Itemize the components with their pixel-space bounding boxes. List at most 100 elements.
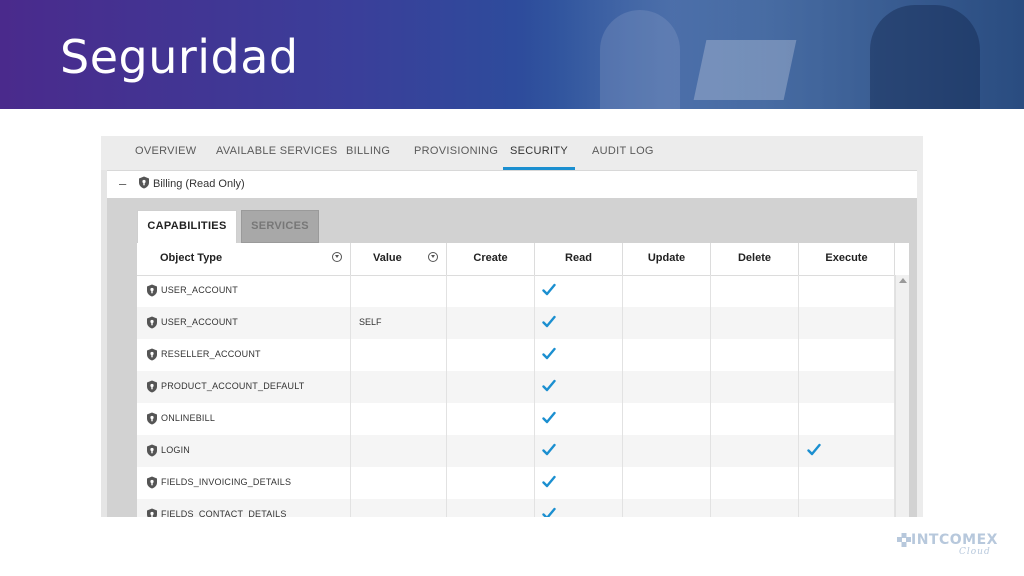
checkmark-icon[interactable] [542,443,556,457]
cell-update [623,499,711,517]
table-row[interactable]: LOGIN [137,435,895,467]
cell-value: SELF [351,307,447,339]
column-header-read[interactable]: Read [535,243,623,275]
object-type-label: USER_ACCOUNT [161,317,238,327]
cell-delete [711,435,799,467]
banner-photo-laptop [693,40,797,100]
cell-read [535,371,623,403]
cell-execute [799,403,895,435]
banner-photo-person [870,5,980,109]
cell-create [447,339,535,371]
grid-scrollbar[interactable] [895,275,909,517]
object-type-label: FIELDS_CONTACT_DETAILS [161,509,287,517]
shield-icon [146,476,158,494]
table-row[interactable]: FIELDS_CONTACT_DETAILS [137,499,895,517]
checkmark-icon[interactable] [542,411,556,425]
cell-update [623,403,711,435]
cell-execute [799,275,895,307]
checkmark-icon[interactable] [542,475,556,489]
cell-create [447,403,535,435]
cell-delete [711,339,799,371]
cell-create [447,467,535,499]
tab-billing[interactable]: BILLING [346,136,390,170]
filter-icon[interactable] [428,252,438,262]
app-window: OVERVIEW AVAILABLE SERVICES BILLING PROV… [101,136,923,517]
table-row[interactable]: USER_ACCOUNT SELF [137,307,895,339]
checkmark-icon[interactable] [542,347,556,361]
collapse-toggle[interactable]: – [119,176,126,191]
column-header-object-type[interactable]: Object Type [137,243,351,275]
cell-update [623,339,711,371]
cell-create [447,371,535,403]
tab-available-services[interactable]: AVAILABLE SERVICES [216,136,338,170]
cell-read [535,339,623,371]
cell-delete [711,307,799,339]
table-row[interactable]: RESELLER_ACCOUNT [137,339,895,371]
shield-icon [138,176,150,194]
cell-delete [711,499,799,517]
cell-value [351,403,447,435]
group-label: Billing (Read Only) [153,178,245,190]
table-row[interactable]: ONLINEBILL [137,403,895,435]
cell-read [535,307,623,339]
capabilities-panel: CAPABILITIES SERVICES Object Type Value … [107,198,917,517]
cell-value [351,339,447,371]
column-header-execute[interactable]: Execute [799,243,895,275]
group-row-billing[interactable]: – Billing (Read Only) [107,170,917,199]
subtab-services[interactable]: SERVICES [241,210,319,243]
cell-object-type: FIELDS_INVOICING_DETAILS [137,467,351,499]
cell-update [623,275,711,307]
cell-update [623,467,711,499]
cell-execute [799,499,895,517]
cell-value [351,467,447,499]
shield-icon [146,412,158,430]
cell-object-type: LOGIN [137,435,351,467]
filter-icon[interactable] [332,252,342,262]
shield-icon [146,508,158,517]
cell-value [351,435,447,467]
checkmark-icon[interactable] [542,283,556,297]
cell-object-type: RESELLER_ACCOUNT [137,339,351,371]
cell-object-type: FIELDS_CONTACT_DETAILS [137,499,351,517]
cell-object-type: USER_ACCOUNT [137,275,351,307]
checkmark-icon[interactable] [807,443,821,457]
cell-create [447,499,535,517]
cell-update [623,371,711,403]
column-header-update[interactable]: Update [623,243,711,275]
cell-create [447,307,535,339]
column-header-label: Object Type [160,252,223,264]
cell-object-type: USER_ACCOUNT [137,307,351,339]
column-header-delete[interactable]: Delete [711,243,799,275]
header-banner: Seguridad [0,0,1024,109]
object-type-label: FIELDS_INVOICING_DETAILS [161,477,292,487]
intcomex-logo: INTCOMEX Cloud [897,532,1005,562]
banner-photo-person [600,10,680,109]
tab-overview[interactable]: OVERVIEW [135,136,197,170]
panel-edge [917,170,923,517]
table-row[interactable]: PRODUCT_ACCOUNT_DEFAULT [137,371,895,403]
logo-mark-icon [897,533,911,552]
capabilities-grid: Object Type Value Create Read Update Del… [137,243,909,517]
subtab-capabilities[interactable]: CAPABILITIES [137,210,237,243]
table-row[interactable]: FIELDS_INVOICING_DETAILS [137,467,895,499]
cell-update [623,307,711,339]
object-type-label: ONLINEBILL [161,413,216,423]
object-type-label: PRODUCT_ACCOUNT_DEFAULT [161,381,305,391]
checkmark-icon[interactable] [542,379,556,393]
scroll-up-icon[interactable] [899,278,907,283]
tab-audit-log[interactable]: AUDIT LOG [592,136,654,170]
checkmark-icon[interactable] [542,507,556,517]
grid-header: Object Type Value Create Read Update Del… [137,243,909,276]
tab-security[interactable]: SECURITY [503,136,575,170]
checkmark-icon[interactable] [542,315,556,329]
cell-object-type: ONLINEBILL [137,403,351,435]
cell-create [447,275,535,307]
column-header-create[interactable]: Create [447,243,535,275]
cell-update [623,435,711,467]
cell-execute [799,371,895,403]
tab-provisioning[interactable]: PROVISIONING [414,136,498,170]
cell-value [351,371,447,403]
tab-bar: OVERVIEW AVAILABLE SERVICES BILLING PROV… [101,136,923,170]
cell-create [447,435,535,467]
table-row[interactable]: USER_ACCOUNT [137,275,895,307]
